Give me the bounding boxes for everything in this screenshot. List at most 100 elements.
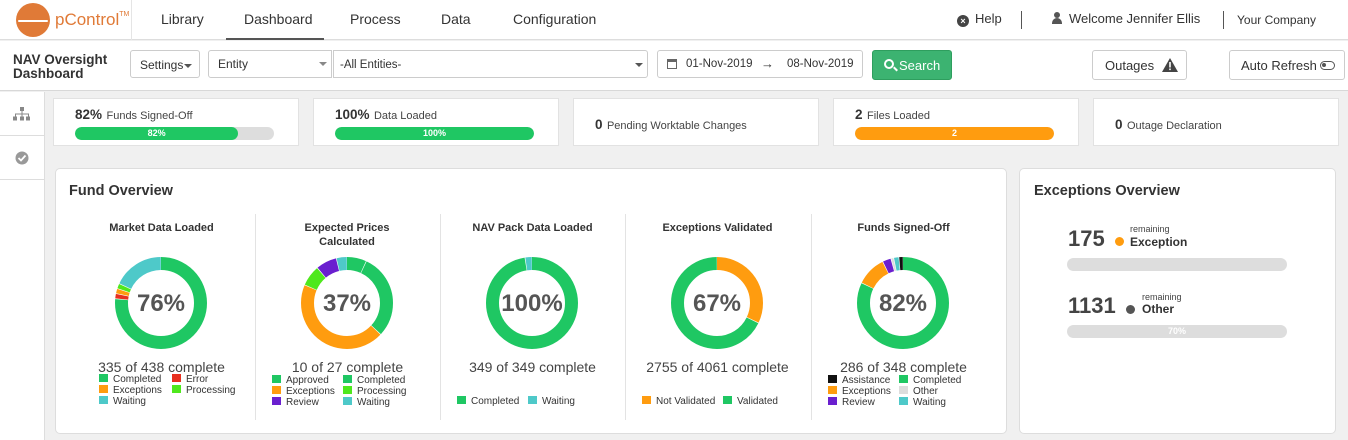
panel-title: Fund Overview [69,183,173,199]
nav-process[interactable]: Process [350,11,401,27]
auto-refresh-toggle[interactable]: Auto Refresh [1229,50,1345,80]
legend-swatch [99,396,108,404]
legend-item[interactable]: Waiting [528,396,575,407]
nav-data[interactable]: Data [441,11,471,27]
legend-item[interactable]: Other [899,386,938,397]
pcontrol-logo-icon[interactable] [16,3,50,37]
other-progress-bar: 70% [1067,325,1287,338]
date-range-picker[interactable]: 01-Nov-2019 → 08-Nov-2019 [657,50,863,78]
donut-chart[interactable]: 67% [671,257,763,349]
panel-title: Exceptions Overview [1034,183,1180,199]
legend-item[interactable]: Assistance [828,375,890,386]
legend-item[interactable]: Completed [343,375,405,386]
calendar-icon [667,59,677,69]
chart-legend: Approved Completed Exceptions Processing Rev… [255,375,440,415]
complete-count: 335 of 438 complete [98,359,225,375]
sitemap-icon [13,107,30,121]
legend-item[interactable]: Review [828,397,875,408]
search-button[interactable]: Search [872,50,952,80]
donut-percent-label: 100% [501,290,562,317]
caret-down-icon [184,64,192,68]
legend-item[interactable]: Approved [272,375,329,386]
legend-item[interactable]: Completed [457,396,519,407]
nav-configuration[interactable]: Configuration [513,11,596,27]
top-navigation: pControlTM Library Dashboard Process Dat… [0,0,1348,40]
legend-label: Waiting [913,397,946,408]
entity-type-select[interactable]: Entity [208,50,332,78]
legend-item[interactable]: Exceptions [272,386,335,397]
caret-down-icon [635,63,643,67]
legend-swatch [99,374,108,382]
kpi-pending-worktable-changes[interactable]: 0 Pending Worktable Changes [573,98,819,146]
legend-item[interactable]: Exceptions [99,385,162,396]
chart-expected-prices-calculated: Expected Prices Calculated 37% 10 of 27 co… [255,212,440,422]
kpi-outage-declaration[interactable]: 0 Outage Declaration [1093,98,1339,146]
legend-label: Validated [737,396,778,407]
nav-dashboard[interactable]: Dashboard [244,11,313,27]
legend-item[interactable]: Completed [899,375,961,386]
page-title: NAV Oversight Dashboard [13,52,108,81]
legend-item[interactable]: Waiting [899,397,946,408]
chart-title: Exceptions Validated [662,222,773,234]
legend-swatch [99,385,108,393]
exception-progress-bar [1067,258,1287,271]
legend-item[interactable]: Waiting [99,396,146,407]
legend-item[interactable]: Not Validated [642,396,715,407]
legend-label: Completed [913,375,962,386]
company-menu[interactable]: Your Company [1237,13,1316,27]
donut-percent-label: 82% [879,290,927,317]
sidebar-item-hierarchy[interactable] [0,92,44,136]
donut-chart[interactable]: 37% [301,257,393,349]
settings-dropdown[interactable]: Settings [130,50,200,78]
legend-label: Completed [357,375,406,386]
donut-chart[interactable]: 76% [115,257,207,349]
other-label: Other [1142,302,1175,316]
filter-bar: NAV Oversight Dashboard Settings Entity -… [0,41,1348,91]
legend-item[interactable]: Exceptions [828,386,891,397]
legend-label: Processing [186,385,236,396]
kpi-data-loaded[interactable]: 100% Data Loaded 100% [313,98,559,146]
legend-label: Assistance [842,375,891,386]
kpi-funds-signed-off[interactable]: 82% Funds Signed-Off 82% [53,98,299,146]
search-icon [884,59,894,69]
chart-legend: Completed Error Exceptions Processing Waitin… [69,374,254,414]
chart-nav-pack-data-loaded: NAV Pack Data Loaded 100% 349 of 349 compl… [440,212,625,422]
exception-count: 175 [1068,226,1105,251]
exceptions-overview-panel: Exceptions Overview 175 remaining Except… [1019,168,1336,434]
chart-exceptions-validated: Exceptions Validated 67% 2755 of 4061 comp… [625,212,810,422]
legend-item[interactable]: Completed [99,374,161,385]
chart-legend: Not Validated Validated [625,396,810,436]
other-count: 1131 [1068,293,1116,318]
nav-library[interactable]: Library [161,11,204,27]
legend-item[interactable]: Processing [172,385,235,396]
legend-item[interactable]: Waiting [343,397,390,408]
chart-title: Funds Signed-Off [857,222,950,234]
legend-label: Waiting [113,396,146,407]
legend-swatch [528,396,537,404]
user-menu[interactable]: Welcome Jennifer Ellis [1051,11,1200,26]
donut-percent-label: 37% [323,290,371,317]
chart-legend: Assistance Completed Exceptions Other Review… [811,375,996,415]
legend-label: Waiting [357,397,390,408]
legend-item[interactable]: Processing [343,386,406,397]
kpi-files-loaded[interactable]: 2 Files Loaded 2 [833,98,1079,146]
progress-bar: 2 [855,127,1054,140]
brand-name[interactable]: pControlTM [55,10,129,30]
nav-divider [131,0,132,40]
chart-title: Market Data Loaded [109,222,214,234]
nav-active-indicator [226,38,324,40]
chart-funds-signed-off: Funds Signed-Off 82% 286 of 348 complete As… [811,212,996,422]
entities-select[interactable]: -All Entities- [333,50,648,78]
donut-chart[interactable]: 82% [857,257,949,349]
legend-swatch [343,375,352,383]
outages-button[interactable]: Outages [1092,50,1187,80]
legend-item[interactable]: Review [272,397,319,408]
sidebar-item-signoff[interactable] [0,136,44,180]
help-icon: × [957,15,969,27]
legend-item[interactable]: Validated [723,396,778,407]
donut-chart[interactable]: 100% [486,257,578,349]
legend-swatch [828,397,837,405]
legend-item[interactable]: Error [172,374,208,385]
help-link[interactable]: × Help [957,11,1002,27]
legend-label: Completed [113,374,162,385]
